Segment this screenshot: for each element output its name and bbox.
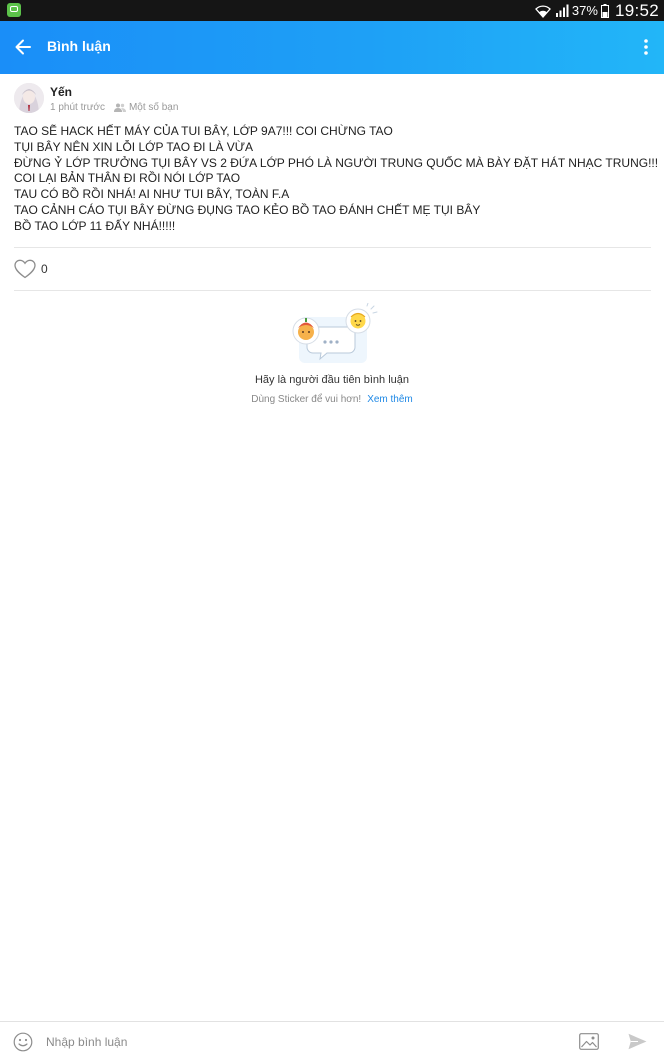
- post-line: ĐỪNG Ỷ LỚP TRƯỞNG TỤI BÂY VS 2 ĐỨA LỚP P…: [14, 155, 659, 170]
- app-bar: Bình luận: [0, 21, 664, 74]
- empty-state-subtitle: Dùng Sticker để vui hơn!: [251, 394, 362, 405]
- clock: 19:52: [614, 0, 659, 20]
- post-line: BỒ TAO LỚP 11 ĐẤY NHÁ!!!!!: [14, 218, 176, 233]
- avatar[interactable]: [14, 83, 44, 113]
- app-notification-icon: [7, 3, 21, 17]
- status-bar: 37% 19:52: [0, 0, 664, 21]
- emoji-icon[interactable]: [13, 1032, 33, 1052]
- heart-icon[interactable]: [14, 259, 36, 279]
- more-vertical-icon[interactable]: [644, 38, 648, 56]
- wifi-icon: [535, 4, 551, 18]
- post-line: TỤI BÂY NÊN XIN LỖI LỚP TAO ĐI LÀ VỪA: [14, 139, 254, 154]
- signal-icon: [555, 4, 569, 17]
- send-icon[interactable]: [628, 1033, 647, 1050]
- sticker-chat-illustration: [292, 303, 378, 363]
- like-count: 0: [41, 262, 48, 276]
- battery-percent: 37%: [571, 3, 598, 18]
- comment-input[interactable]: [46, 1031, 546, 1053]
- empty-state-title: Hãy là người đầu tiên bình luận: [254, 374, 409, 386]
- post-meta: 1 phút trước Một số bạn: [50, 102, 178, 113]
- post-line: TAU CÓ BỒ RỒI NHÁ! AI NHƯ TUI BÂY, TOÀN …: [14, 187, 290, 202]
- post-content: TAO SẼ HACK HẾT MÁY CỦA TUI BÂY, LỚP 9A7…: [14, 124, 659, 235]
- image-icon[interactable]: [579, 1033, 599, 1050]
- divider: [14, 247, 651, 248]
- empty-state-subtitle-row: Dùng Sticker để vui hơn! Xem thêm: [0, 394, 664, 405]
- battery-icon: [600, 3, 609, 18]
- post-line: TAO SẼ HACK HẾT MÁY CỦA TUI BÂY, LỚP 9A7…: [14, 124, 393, 138]
- privacy-label: Một số bạn: [128, 102, 179, 113]
- see-more-link[interactable]: Xem thêm: [367, 394, 413, 405]
- post-time: 1 phút trước: [50, 102, 105, 113]
- comment-bar: [0, 1021, 664, 1063]
- post-line: TAO CẢNH CÁO TỤI BÂY ĐỪNG ĐỤNG TAO KẺO B…: [14, 202, 481, 217]
- status-indicators: 37% 19:52: [535, 0, 659, 21]
- people-icon: [113, 103, 126, 112]
- page-title: Bình luận: [47, 38, 111, 54]
- author-name[interactable]: Yến: [50, 85, 72, 99]
- arrow-left-icon[interactable]: [14, 38, 32, 56]
- like-row: 0: [14, 258, 48, 280]
- divider: [14, 290, 651, 291]
- post-line: COI LẠI BẢN THÂN ĐI RỒI NÓI LỚP TAO: [14, 171, 241, 186]
